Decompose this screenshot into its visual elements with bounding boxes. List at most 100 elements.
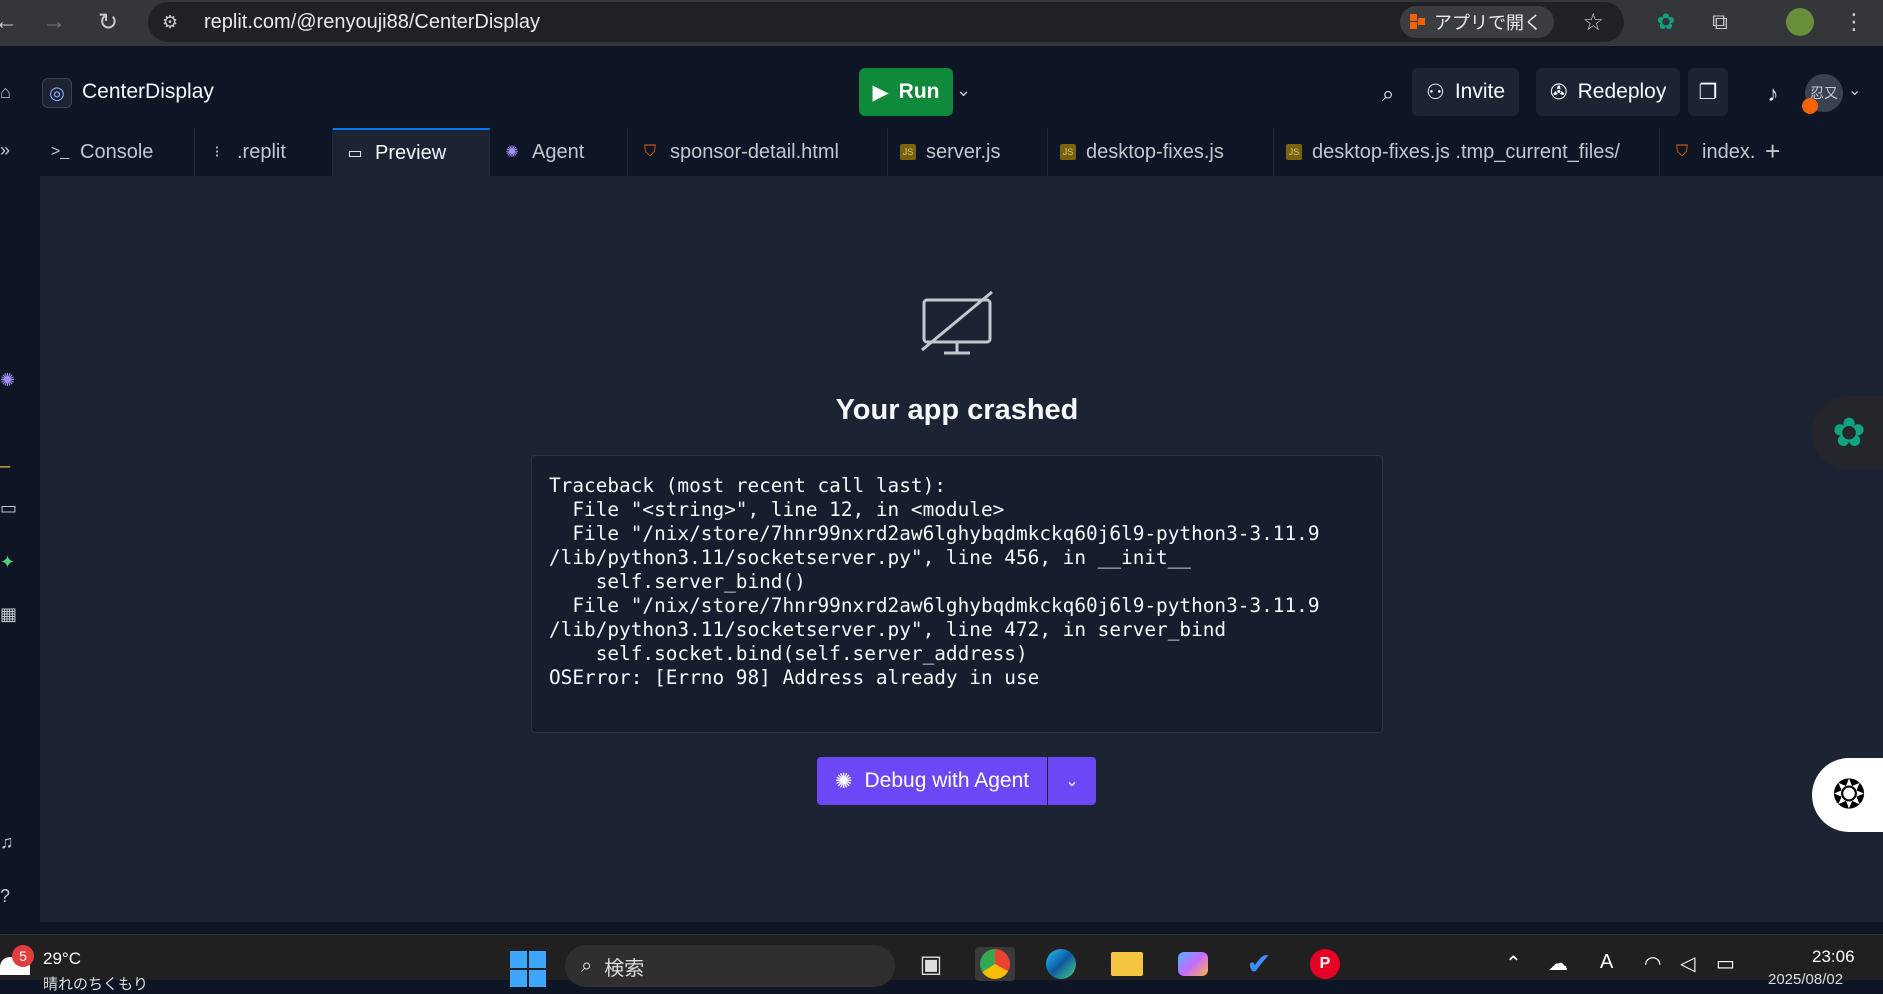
editor-tabs: >_ Console ⁝ .replit ▭ Preview ✺ Agent ⛉… xyxy=(38,128,1883,176)
tab-server-js[interactable]: JS server.js xyxy=(888,128,1048,176)
volume-icon[interactable]: ◁ xyxy=(1680,951,1695,976)
url-text[interactable]: replit.com/@renyouji88/CenterDisplay xyxy=(204,11,540,34)
show-hidden-icons-icon[interactable]: ⌃ xyxy=(1505,951,1522,976)
reload-icon[interactable]: ↻ xyxy=(88,2,128,42)
clock-time[interactable]: 23:06 xyxy=(1812,947,1855,967)
windows-start-icon[interactable] xyxy=(510,951,546,987)
browser-menu-icon[interactable]: ⋮ xyxy=(1840,8,1868,36)
account-chevron-icon[interactable]: ⌄ xyxy=(1848,80,1861,100)
open-in-app-button[interactable]: アプリで開く xyxy=(1400,6,1554,38)
tab-replit[interactable]: ⁝ .replit xyxy=(195,128,333,176)
tab-label: sponsor-detail.html xyxy=(670,140,839,163)
file-explorer-icon[interactable] xyxy=(1107,947,1147,981)
expand-sidebar-icon[interactable]: » xyxy=(0,138,20,162)
bookmark-star-icon[interactable]: ☆ xyxy=(1582,8,1604,37)
repl-name[interactable]: CenterDisplay xyxy=(82,80,214,104)
deployment-status-button[interactable]: ❐ xyxy=(1688,68,1728,116)
traceback-box: Traceback (most recent call last): File … xyxy=(531,455,1383,733)
html-file-icon: ⛉ xyxy=(1675,143,1688,160)
onedrive-icon[interactable]: ☁ xyxy=(1548,951,1568,976)
redeploy-label: Redeploy xyxy=(1577,80,1667,103)
notifications-rail-icon[interactable]: ♫ xyxy=(0,830,20,854)
tab-label: server.js xyxy=(926,140,1001,163)
extensions-puzzle-icon[interactable]: ⧉ xyxy=(1706,8,1734,36)
add-user-icon: ⚇ xyxy=(1426,80,1445,104)
agent-icon: ✺ xyxy=(505,144,519,161)
browser-toolbar: ← → ↻ ⚙ replit.com/@renyouji88/CenterDis… xyxy=(0,0,1883,46)
agent-rail-icon[interactable]: ✺ xyxy=(0,368,20,392)
edge-app-icon[interactable] xyxy=(1041,947,1081,981)
preview-rail-icon[interactable]: ▭ xyxy=(0,496,20,520)
tab-label: Console xyxy=(80,140,154,163)
copy-icon: ❐ xyxy=(1698,80,1718,104)
battery-icon[interactable]: ▭ xyxy=(1716,951,1735,976)
tab-agent[interactable]: ✺ Agent xyxy=(490,128,628,176)
tab-desktop-fixes-tmp[interactable]: JS desktop-fixes.js .tmp_current_files/ xyxy=(1274,128,1660,176)
taskbar-search[interactable]: ⌕ 検索 xyxy=(565,945,895,987)
monitor-icon: ▭ xyxy=(347,145,363,162)
weather-description: 晴れのちくもり xyxy=(43,976,149,993)
console-icon: >_ xyxy=(50,143,70,160)
profile-avatar-icon[interactable] xyxy=(1786,8,1814,36)
run-button[interactable]: ▶ Run xyxy=(859,68,953,116)
weather-badge: 5 xyxy=(12,945,34,967)
debug-options-chevron-icon[interactable]: ⌄ xyxy=(1048,757,1096,805)
tab-label: Preview xyxy=(375,141,447,164)
tab-label: index. xyxy=(1702,140,1756,163)
todo-app-icon[interactable]: ✔ xyxy=(1239,947,1279,981)
forward-icon[interactable]: → xyxy=(34,2,74,42)
assistant-floating-icon[interactable]: ❂ xyxy=(1812,758,1883,832)
js-file-icon: JS xyxy=(1060,144,1076,160)
repl-icon[interactable]: ◎ xyxy=(42,78,72,108)
deploy-icon: ✇ xyxy=(1550,80,1568,104)
tab-label: .replit xyxy=(237,140,286,163)
back-icon[interactable]: ← xyxy=(0,2,26,42)
search-icon[interactable]: ⌕ xyxy=(1370,76,1406,112)
agent-icon: ✺ xyxy=(834,769,853,793)
add-tab-icon[interactable]: + xyxy=(1765,136,1780,167)
tab-options-icon[interactable]: ⋮ xyxy=(1876,136,1883,165)
ime-icon[interactable]: A xyxy=(1600,951,1613,974)
tab-label: Agent xyxy=(532,140,585,163)
left-rail: ⌂ » ✺ _ ▭ ✦ ▦ ♫ ? xyxy=(0,46,22,934)
search-icon: ⌕ xyxy=(581,954,593,977)
bell-icon[interactable]: ♪ xyxy=(1755,76,1791,112)
tab-console[interactable]: >_ Console xyxy=(38,128,195,176)
chatgpt-extension-icon[interactable]: ✿ xyxy=(1652,8,1680,36)
copilot-app-icon[interactable] xyxy=(1173,947,1213,981)
tab-preview[interactable]: ▭ Preview xyxy=(333,128,490,176)
run-label: Run xyxy=(898,80,940,103)
crash-title: Your app crashed xyxy=(835,394,1079,426)
windows-taskbar: 5 29°C 晴れのちくもり ⌕ 検索 ▣ ✔ P ⌃ ☁ A ◠ ◁ ▭ 23… xyxy=(0,934,1883,993)
help-icon[interactable]: ? xyxy=(0,884,20,908)
wifi-icon[interactable]: ◠ xyxy=(1644,951,1661,976)
deploy-rail-icon[interactable]: ✦ xyxy=(0,550,20,574)
js-file-icon: JS xyxy=(1286,144,1302,160)
config-icon: ⁝ xyxy=(214,144,220,161)
monitor-off-icon xyxy=(921,290,993,355)
tab-desktop-fixes-js[interactable]: JS desktop-fixes.js xyxy=(1048,128,1274,176)
redeploy-button[interactable]: ✇ Redeploy xyxy=(1536,68,1681,116)
console-rail-icon[interactable]: _ xyxy=(0,446,20,470)
tab-index[interactable]: ⛉ index. xyxy=(1660,128,1760,176)
html-file-icon: ⛉ xyxy=(643,143,656,160)
run-options-chevron-icon[interactable]: ⌄ xyxy=(956,80,971,101)
tab-sponsor-detail-html[interactable]: ⛉ sponsor-detail.html xyxy=(628,128,888,176)
home-icon[interactable]: ⌂ xyxy=(0,80,20,104)
chatgpt-floating-icon[interactable]: ✿ xyxy=(1812,396,1883,470)
chrome-app-icon[interactable] xyxy=(975,947,1015,981)
task-view-icon[interactable]: ▣ xyxy=(911,947,951,981)
invite-button[interactable]: ⚇ Invite xyxy=(1412,68,1520,116)
pinterest-app-icon[interactable]: P xyxy=(1305,947,1345,981)
address-bar[interactable]: ⚙ replit.com/@renyouji88/CenterDisplay ア… xyxy=(148,2,1624,42)
apps-grid-icon[interactable]: ▦ xyxy=(0,602,20,626)
play-icon: ▶ xyxy=(872,80,889,104)
debug-with-agent-button[interactable]: ✺ Debug with Agent xyxy=(817,757,1047,805)
preview-panel: Your app crashed Traceback (most recent … xyxy=(40,176,1883,922)
search-placeholder: 検索 xyxy=(604,957,645,980)
site-info-icon[interactable]: ⚙ xyxy=(162,12,192,33)
js-file-icon: JS xyxy=(900,144,916,160)
replit-logo-icon xyxy=(1410,14,1426,30)
weather-temperature[interactable]: 29°C xyxy=(43,949,81,969)
notification-dot xyxy=(1802,98,1818,114)
